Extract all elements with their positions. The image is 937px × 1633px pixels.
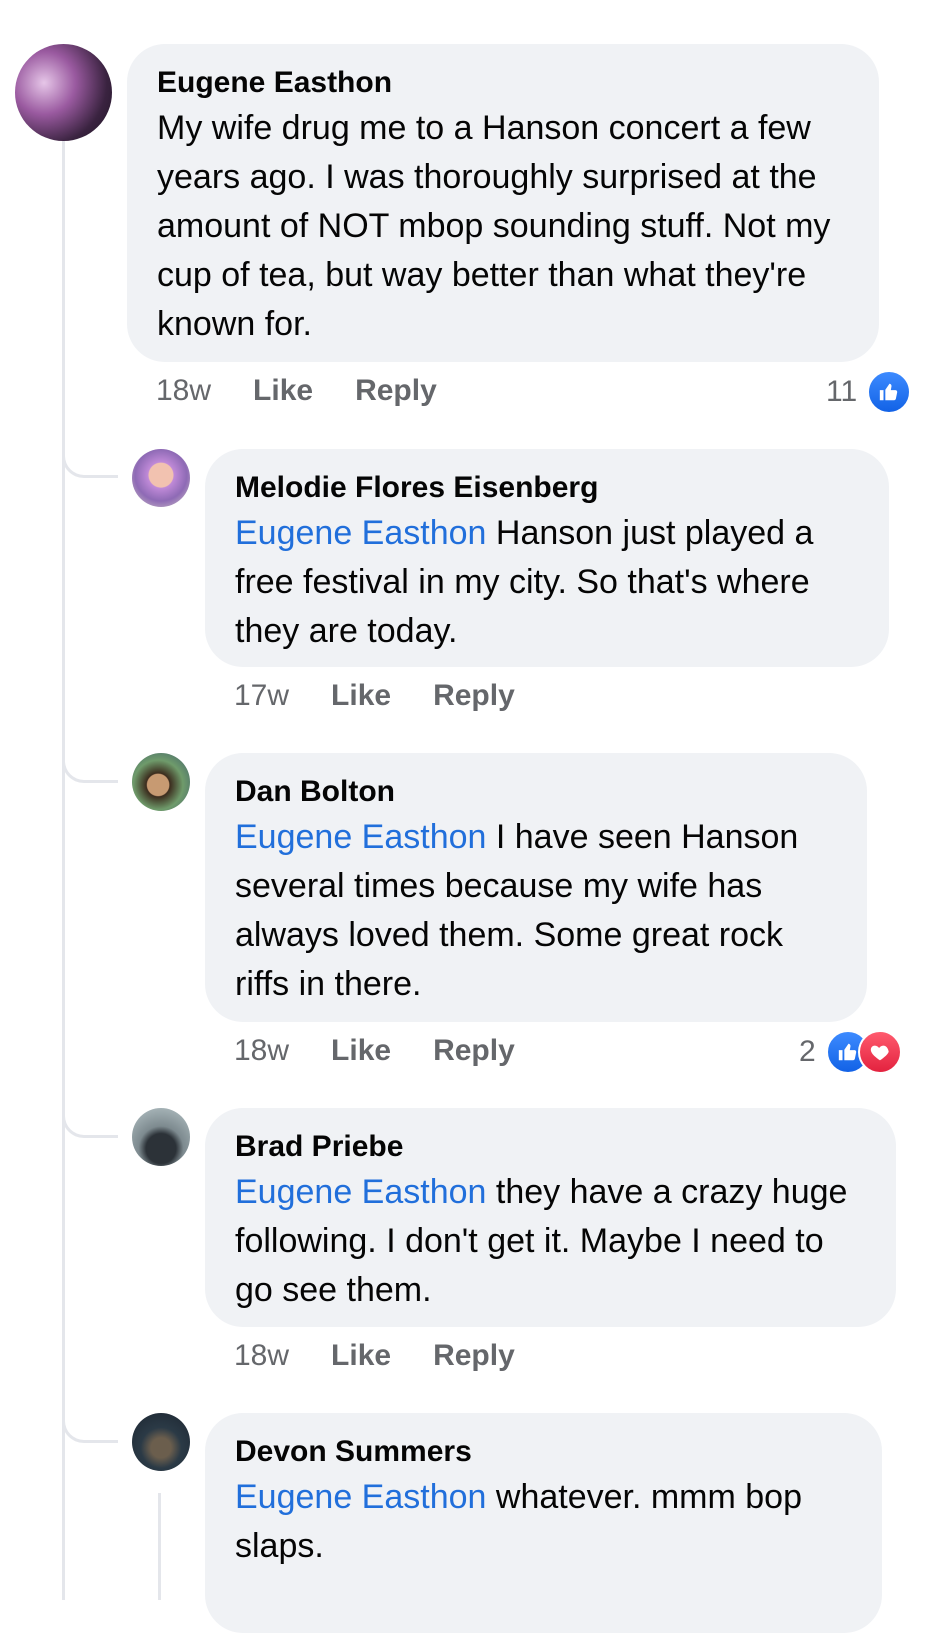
- comment-time[interactable]: 17w: [234, 679, 289, 713]
- reply-button[interactable]: Reply: [433, 679, 515, 713]
- like-button[interactable]: Like: [331, 1339, 391, 1373]
- mention-link[interactable]: Eugene Easthon: [235, 514, 486, 552]
- avatar-melodie-flores-eisenberg[interactable]: [132, 449, 190, 507]
- comment-actions: 18w Like Reply: [156, 374, 437, 408]
- like-button[interactable]: Like: [331, 679, 391, 713]
- reply-bubble: Devon Summers Eugene Easthon whatever. m…: [205, 1413, 882, 1633]
- mention-link[interactable]: Eugene Easthon: [235, 1478, 486, 1516]
- thread-connector: [62, 757, 118, 783]
- comment-author[interactable]: Devon Summers: [235, 1435, 852, 1469]
- reply-button[interactable]: Reply: [355, 374, 437, 408]
- avatar-brad-priebe[interactable]: [132, 1108, 190, 1166]
- like-icon: [867, 370, 912, 414]
- reactions-count: 2: [799, 1035, 816, 1068]
- thread-line: [158, 1493, 161, 1600]
- thread-line: [62, 140, 65, 1600]
- comment-text: My wife drug me to a Hanson concert a fe…: [157, 109, 831, 343]
- reactions-count: 11: [826, 375, 858, 408]
- comment-text: Eugene Easthon Hanson just played a free…: [235, 509, 859, 656]
- love-icon: [857, 1030, 902, 1074]
- comment-author[interactable]: Brad Priebe: [235, 1130, 866, 1164]
- comment-actions: 18w Like Reply: [234, 1339, 515, 1373]
- cut-off-text: [40, 0, 48, 20]
- reply-bubble: Dan Bolton Eugene Easthon I have seen Ha…: [205, 753, 867, 1022]
- comment-actions: 17w Like Reply: [234, 679, 515, 713]
- reactions[interactable]: 11: [826, 370, 912, 414]
- thread-connector: [62, 1112, 118, 1138]
- avatar-eugene-easthon[interactable]: [15, 44, 112, 141]
- comment-text: Eugene Easthon I have seen Hanson severa…: [235, 813, 837, 1009]
- comment-author[interactable]: Melodie Flores Eisenberg: [235, 471, 859, 505]
- reply-button[interactable]: Reply: [433, 1339, 515, 1373]
- avatar-devon-summers[interactable]: [132, 1413, 190, 1471]
- reply-bubble: Brad Priebe Eugene Easthon they have a c…: [205, 1108, 896, 1327]
- mention-link[interactable]: Eugene Easthon: [235, 818, 486, 856]
- comment-bubble: Eugene Easthon My wife drug me to a Hans…: [127, 44, 879, 362]
- comment-time[interactable]: 18w: [234, 1034, 289, 1068]
- thread-connector: [62, 452, 118, 478]
- thread-connector: [62, 1417, 118, 1443]
- reply-bubble: Melodie Flores Eisenberg Eugene Easthon …: [205, 449, 889, 667]
- avatar-dan-bolton[interactable]: [132, 753, 190, 811]
- reply-button[interactable]: Reply: [433, 1034, 515, 1068]
- comment-author[interactable]: Dan Bolton: [235, 775, 837, 809]
- comment-text: Eugene Easthon they have a crazy huge fo…: [235, 1168, 866, 1315]
- like-button[interactable]: Like: [331, 1034, 391, 1068]
- comment-actions: 18w Like Reply: [234, 1034, 515, 1068]
- reactions[interactable]: 2: [799, 1030, 902, 1074]
- mention-link[interactable]: Eugene Easthon: [235, 1173, 486, 1211]
- comment-time[interactable]: 18w: [156, 374, 211, 408]
- comment-author[interactable]: Eugene Easthon: [157, 66, 849, 100]
- comment-time[interactable]: 18w: [234, 1339, 289, 1373]
- comment-text: Eugene Easthon whatever. mmm bop slaps.: [235, 1473, 852, 1571]
- like-button[interactable]: Like: [253, 374, 313, 408]
